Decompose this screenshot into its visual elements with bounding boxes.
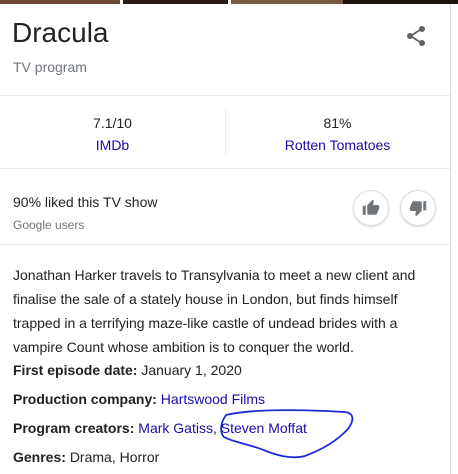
fact-label: Production company: bbox=[13, 391, 157, 407]
like-button[interactable] bbox=[353, 190, 389, 226]
description: Jonathan Harker travels to Transylvania … bbox=[13, 267, 416, 355]
thumbs-up-icon bbox=[362, 199, 380, 215]
page-subtitle: TV program bbox=[13, 59, 87, 75]
knowledge-panel: Dracula TV program 7.1/10 IMDb 81% Rotte… bbox=[0, 4, 451, 474]
rating-value: 7.1/10 bbox=[93, 115, 132, 131]
fact-value: Drama, Horror bbox=[69, 449, 160, 465]
production-company-link[interactable]: Hartswood Films bbox=[161, 391, 265, 407]
rating-rotten-tomatoes: 81% Rotten Tomatoes bbox=[225, 114, 450, 154]
creator-link-mark-gatiss[interactable]: Mark Gatiss bbox=[138, 420, 213, 436]
fact-first-episode: First episode date: January 1, 2020 bbox=[13, 360, 242, 380]
fact-production-company: Production company: Hartswood Films bbox=[13, 389, 265, 409]
share-button[interactable] bbox=[404, 24, 428, 48]
fact-label: Program creators: bbox=[13, 420, 135, 436]
page-title: Dracula bbox=[12, 17, 109, 48]
rating-imdb: 7.1/10 IMDb bbox=[0, 114, 225, 154]
dislike-button[interactable] bbox=[400, 190, 436, 226]
creator-link-steven-moffat[interactable]: Steven Moffat bbox=[221, 420, 307, 436]
divider bbox=[0, 95, 450, 96]
fact-label: First episode date: bbox=[13, 362, 138, 378]
audience-liked-text: 90% liked this TV show bbox=[13, 194, 158, 210]
creator-separator: , bbox=[212, 420, 221, 436]
fact-program-creators: Program creators: Mark Gatiss, Steven Mo… bbox=[13, 418, 307, 438]
fact-value: January 1, 2020 bbox=[141, 362, 242, 378]
rating-source-link[interactable]: Rotten Tomatoes bbox=[225, 136, 450, 154]
divider bbox=[0, 168, 450, 169]
fact-genres: Genres: Drama, Horror bbox=[13, 447, 159, 467]
ratings-section: 7.1/10 IMDb 81% Rotten Tomatoes bbox=[0, 100, 450, 162]
rating-value: 81% bbox=[323, 115, 352, 131]
fact-label: Genres: bbox=[13, 449, 66, 465]
audience-source: Google users bbox=[13, 218, 85, 232]
thumbs-down-icon bbox=[409, 201, 427, 217]
rating-source-link[interactable]: IMDb bbox=[0, 136, 225, 154]
divider bbox=[0, 244, 450, 245]
share-icon bbox=[407, 26, 425, 46]
